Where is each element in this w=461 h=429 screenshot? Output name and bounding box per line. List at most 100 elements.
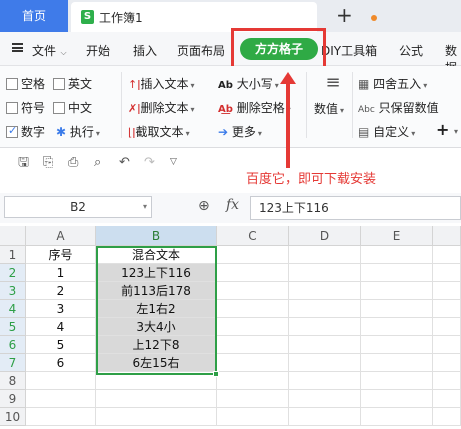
cell-a6[interactable]: 5 — [26, 336, 96, 354]
cell-c7[interactable] — [217, 354, 289, 372]
menu-diy-toolbox[interactable]: DIY工具箱 — [321, 42, 377, 59]
name-box-caret[interactable]: ▾ — [143, 197, 147, 217]
row-header-7[interactable]: 7 — [0, 354, 26, 372]
cell-b3[interactable]: 前113后178 — [96, 282, 217, 300]
cell-f6[interactable] — [433, 336, 461, 354]
checkbox-space[interactable]: 空格 — [6, 75, 45, 92]
cell-d9[interactable] — [289, 390, 361, 408]
cell-a1[interactable]: 序号 — [26, 246, 96, 264]
cell-b2[interactable]: 123上下116 — [96, 264, 217, 282]
cell-f9[interactable] — [433, 390, 461, 408]
print-preview-icon[interactable]: ⌕ — [94, 156, 108, 169]
row-header-5[interactable]: 5 — [0, 318, 26, 336]
extract-text-button[interactable]: ⌊ǀ截取文本 ▾ — [128, 123, 190, 140]
menu-page-layout[interactable]: 页面布局 — [177, 42, 225, 59]
cell-d8[interactable] — [289, 372, 361, 390]
cell-f1[interactable] — [433, 246, 461, 264]
fill-handle[interactable] — [213, 371, 219, 377]
cell-a9[interactable] — [26, 390, 96, 408]
cell-c5[interactable] — [217, 318, 289, 336]
checkbox-symbol[interactable]: 符号 — [6, 99, 45, 116]
cell-e1[interactable] — [361, 246, 433, 264]
cell-d4[interactable] — [289, 300, 361, 318]
execute-button[interactable]: ✱ 执行 ▾ — [56, 123, 100, 140]
home-tab[interactable]: 首页 — [0, 0, 68, 32]
undo-icon[interactable]: ↶ — [119, 156, 133, 169]
cell-c10[interactable] — [217, 408, 289, 426]
cell-c2[interactable] — [217, 264, 289, 282]
cell-b8[interactable] — [96, 372, 217, 390]
row-header-2[interactable]: 2 — [0, 264, 26, 282]
cell-b9[interactable] — [96, 390, 217, 408]
cell-f5[interactable] — [433, 318, 461, 336]
cell-b4[interactable]: 左1右2 — [96, 300, 217, 318]
cell-e3[interactable] — [361, 282, 433, 300]
customize-toolbar-icon[interactable]: ▽ — [170, 156, 184, 169]
cell-b7[interactable]: 6左15右 — [96, 354, 217, 372]
delete-text-button[interactable]: ✗ǀ删除文本 ▾ — [128, 99, 195, 116]
formula-input[interactable]: 123上下116 — [250, 196, 461, 220]
function-icon[interactable]: fx — [226, 197, 239, 213]
menu-insert[interactable]: 插入 — [133, 42, 157, 59]
row-header-10[interactable]: 10 — [0, 408, 26, 426]
cell-e6[interactable] — [361, 336, 433, 354]
cell-b5[interactable]: 3大4小 — [96, 318, 217, 336]
cell-e10[interactable] — [361, 408, 433, 426]
cell-e9[interactable] — [361, 390, 433, 408]
checkbox-english[interactable]: 英文 — [53, 75, 92, 92]
menu-home[interactable]: 开始 — [86, 42, 110, 59]
print-icon[interactable]: ⎙ — [68, 156, 82, 169]
checkbox-number[interactable]: 数字 — [6, 123, 45, 140]
column-header-d[interactable]: D — [289, 226, 361, 246]
row-header-6[interactable]: 6 — [0, 336, 26, 354]
column-header-c[interactable]: C — [217, 226, 289, 246]
row-header-9[interactable]: 9 — [0, 390, 26, 408]
add-icon[interactable]: + — [436, 120, 449, 139]
cell-e8[interactable] — [361, 372, 433, 390]
cell-c4[interactable] — [217, 300, 289, 318]
column-header-a[interactable]: A — [26, 226, 96, 246]
cell-e2[interactable] — [361, 264, 433, 282]
cell-b1[interactable]: 混合文本 — [96, 246, 217, 264]
cell-a7[interactable]: 6 — [26, 354, 96, 372]
cell-e5[interactable] — [361, 318, 433, 336]
cell-d1[interactable] — [289, 246, 361, 264]
column-header-f[interactable] — [433, 226, 461, 246]
chevron-down-icon[interactable]: ▾ — [452, 123, 458, 137]
redo-icon[interactable]: ↷ — [144, 156, 158, 169]
cell-a2[interactable]: 1 — [26, 264, 96, 282]
more-button[interactable]: ➔ 更多 ▾ — [218, 123, 262, 140]
save-icon[interactable]: 🖫 — [18, 156, 32, 169]
cell-c6[interactable] — [217, 336, 289, 354]
name-box[interactable]: B2 ▾ — [4, 196, 152, 218]
column-header-e[interactable]: E — [361, 226, 433, 246]
delete-spaces-button[interactable]: A͟b 删除空格▾ — [218, 99, 291, 116]
row-header-3[interactable]: 3 — [0, 282, 26, 300]
cell-c1[interactable] — [217, 246, 289, 264]
insert-text-button[interactable]: ↑ǀ插入文本 ▾ — [128, 75, 195, 92]
row-header-8[interactable]: 8 — [0, 372, 26, 390]
cell-c3[interactable] — [217, 282, 289, 300]
cell-b6[interactable]: 上12下8 — [96, 336, 217, 354]
cell-d3[interactable] — [289, 282, 361, 300]
cell-d2[interactable] — [289, 264, 361, 282]
cell-d10[interactable] — [289, 408, 361, 426]
menu-file[interactable]: 文件 ⌵ — [32, 42, 67, 59]
cell-d7[interactable] — [289, 354, 361, 372]
cell-b10[interactable] — [96, 408, 217, 426]
cell-f7[interactable] — [433, 354, 461, 372]
cell-e7[interactable] — [361, 354, 433, 372]
keep-numbers-button[interactable]: Abc 只保留数值 — [358, 99, 439, 116]
cell-c8[interactable] — [217, 372, 289, 390]
zoom-icon[interactable]: ⊕ — [198, 198, 210, 214]
cell-f8[interactable] — [433, 372, 461, 390]
hamburger-icon[interactable] — [12, 43, 23, 52]
export-pdf-icon[interactable]: ⎘ — [43, 156, 57, 169]
select-all-corner[interactable] — [0, 226, 26, 246]
cell-a8[interactable] — [26, 372, 96, 390]
column-header-b[interactable]: B — [96, 226, 217, 246]
row-header-4[interactable]: 4 — [0, 300, 26, 318]
cell-a10[interactable] — [26, 408, 96, 426]
cell-d5[interactable] — [289, 318, 361, 336]
menu-formulas[interactable]: 公式 — [399, 42, 423, 59]
